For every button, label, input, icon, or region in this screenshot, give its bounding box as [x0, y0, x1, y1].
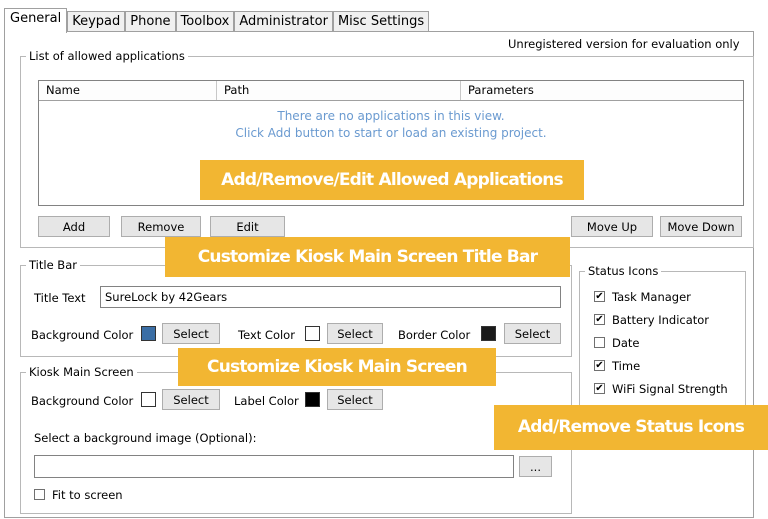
callout-status-icons: Add/Remove Status Icons [494, 405, 768, 450]
title-text-label: Title Text [34, 291, 86, 305]
checkbox-box: ✔ [594, 360, 605, 371]
title-border-color-select-button[interactable]: Select [504, 323, 561, 344]
fit-to-screen-label: Fit to screen [52, 487, 123, 502]
title-bg-color-select-button[interactable]: Select [162, 323, 220, 344]
title-bg-color-swatch [141, 326, 156, 341]
title-border-color-swatch [481, 326, 496, 341]
kiosk-main-screen-legend: Kiosk Main Screen [26, 365, 137, 379]
title-bg-color-label: Background Color [31, 328, 134, 342]
empty-message-line1: There are no applications in this view. [277, 109, 505, 123]
apps-list-header: Name Path Parameters [39, 81, 743, 101]
tab-toolbox[interactable]: Toolbox [175, 11, 235, 32]
status-icon-date[interactable]: Date [594, 331, 728, 354]
title-text-input[interactable]: SureLock by 42Gears [100, 286, 561, 308]
title-bar-group [20, 265, 572, 357]
move-down-button[interactable]: Move Down [660, 216, 742, 237]
title-bar-legend: Title Bar [26, 258, 80, 272]
column-path[interactable]: Path [217, 81, 461, 100]
status-icon-label: Task Manager [612, 289, 691, 304]
remove-button[interactable]: Remove [121, 216, 201, 237]
tab-general[interactable]: General [4, 8, 68, 33]
bg-image-path-input[interactable] [34, 455, 514, 478]
callout-main-screen: Customize Kiosk Main Screen [178, 348, 496, 386]
status-icon-label: Battery Indicator [612, 312, 710, 327]
column-name[interactable]: Name [39, 81, 217, 100]
status-icon-time[interactable]: ✔ Time [594, 354, 728, 377]
kiosk-label-color-label: Label Color [234, 394, 299, 408]
add-button[interactable]: Add [38, 216, 110, 237]
tab-administrator[interactable]: Administrator [234, 11, 333, 32]
status-icon-label: Time [612, 358, 641, 373]
status-icon-task-manager[interactable]: ✔ Task Manager [594, 285, 728, 308]
title-text-color-label: Text Color [238, 328, 295, 342]
callout-allowed-apps: Add/Remove/Edit Allowed Applications [200, 160, 584, 200]
callout-title-bar: Customize Kiosk Main Screen Title Bar [165, 237, 570, 277]
kiosk-bg-color-swatch [141, 392, 156, 407]
title-text-color-swatch [305, 326, 320, 341]
checkbox-box [594, 337, 605, 348]
kiosk-label-color-select-button[interactable]: Select [327, 389, 383, 410]
status-icon-label: WiFi Signal Strength [612, 381, 728, 396]
status-icon-label: Date [612, 335, 640, 350]
tab-misc-settings[interactable]: Misc Settings [332, 11, 430, 32]
tab-phone[interactable]: Phone [125, 11, 176, 32]
fit-to-screen-checkbox[interactable]: Fit to screen [34, 483, 123, 506]
kiosk-bg-color-label: Background Color [31, 394, 134, 408]
tab-keypad[interactable]: Keypad [67, 11, 126, 32]
checkbox-box [34, 489, 45, 500]
allowed-apps-legend: List of allowed applications [26, 49, 188, 63]
kiosk-bg-color-select-button[interactable]: Select [162, 389, 220, 410]
status-icons-legend: Status Icons [585, 264, 662, 278]
status-icon-battery-indicator[interactable]: ✔ Battery Indicator [594, 308, 728, 331]
tab-bar: General Keypad Phone Toolbox Administrat… [4, 8, 430, 33]
browse-button[interactable]: ... [519, 456, 552, 477]
empty-message-line2: Click Add button to start or load an exi… [235, 126, 547, 140]
move-up-button[interactable]: Move Up [571, 216, 653, 237]
title-text-color-select-button[interactable]: Select [327, 323, 383, 344]
checkbox-box: ✔ [594, 383, 605, 394]
kiosk-label-color-swatch [305, 392, 320, 407]
checkbox-box: ✔ [594, 314, 605, 325]
status-icons-list: ✔ Task Manager ✔ Battery Indicator Date … [594, 285, 728, 400]
evaluation-notice: Unregistered version for evaluation only [508, 37, 740, 51]
edit-button[interactable]: Edit [210, 216, 285, 237]
checkbox-box: ✔ [594, 291, 605, 302]
column-parameters[interactable]: Parameters [461, 81, 736, 100]
bg-image-label: Select a background image (Optional): [34, 431, 257, 445]
title-border-color-label: Border Color [398, 328, 471, 342]
status-icon-wifi-signal-strength[interactable]: ✔ WiFi Signal Strength [594, 377, 728, 400]
